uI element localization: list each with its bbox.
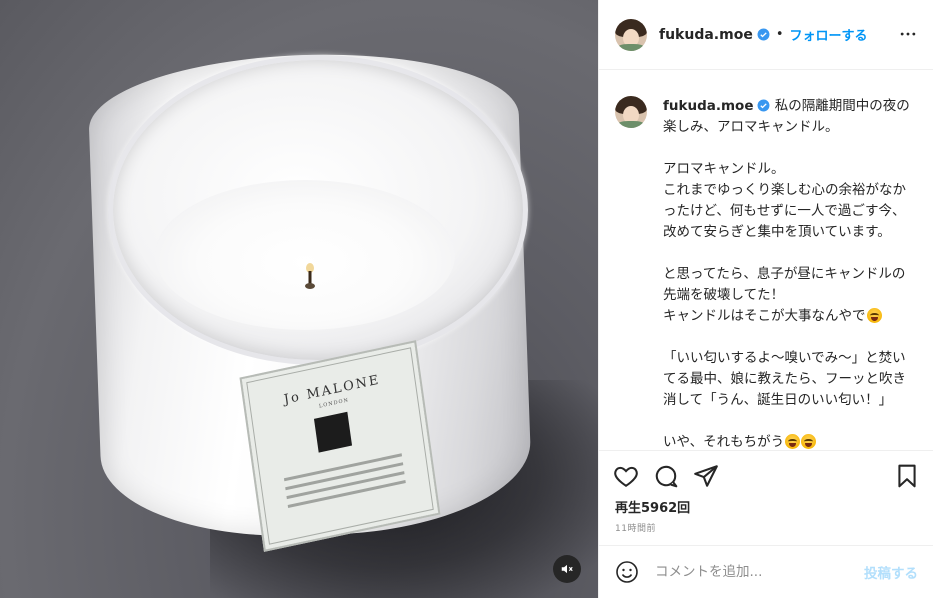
- candle-wax: [155, 180, 455, 330]
- post-comment-button[interactable]: 投稿する: [864, 562, 918, 582]
- crying-face-emoji-icon: [866, 308, 882, 323]
- post-side-panel: fukuda.moe • フォローする fukuda.moe 私の隔離期間中の夜…: [598, 0, 933, 598]
- header-username[interactable]: fukuda.moe: [659, 27, 753, 43]
- comment-icon[interactable]: [653, 463, 679, 489]
- share-icon[interactable]: [693, 463, 719, 489]
- comment-input[interactable]: [653, 563, 847, 581]
- view-count[interactable]: 再生5962回: [615, 497, 690, 516]
- verified-badge-icon: [757, 28, 770, 41]
- label-seal: [313, 411, 353, 453]
- avatar[interactable]: [615, 18, 647, 51]
- candle-label: Jo MALONE LONDON: [239, 340, 441, 552]
- caption-avatar[interactable]: [615, 96, 647, 128]
- comment-bar: 投稿する: [599, 545, 933, 598]
- crying-face-emoji-icon: [801, 434, 817, 449]
- caption-para4: いや、それもちがう: [663, 434, 785, 450]
- post-timestamp[interactable]: 11時間前: [615, 521, 656, 534]
- caption-para3: 「いい匂いするよ～嗅いでみ～」と焚いてる最中、娘に教えたら、フーッと吹き消して「…: [663, 350, 906, 408]
- candle-wick: [305, 263, 315, 289]
- post-header: fukuda.moe • フォローする: [599, 0, 933, 70]
- speaker-muted-icon: [561, 564, 573, 574]
- bookmark-icon[interactable]: [894, 463, 920, 489]
- emoji-smile-icon[interactable]: [615, 560, 639, 584]
- post-caption: fukuda.moe 私の隔離期間中の夜の楽しみ、アロマキャンドル。 アロマキャ…: [599, 70, 933, 450]
- caption-body: fukuda.moe 私の隔離期間中の夜の楽しみ、アロマキャンドル。 アロマキャ…: [663, 96, 918, 450]
- follow-button[interactable]: フォローする: [790, 25, 868, 44]
- verified-badge-icon: [758, 99, 770, 112]
- crying-face-emoji-icon: [785, 434, 801, 449]
- separator-dot: •: [775, 27, 784, 42]
- label-text-lines: [283, 447, 407, 514]
- mute-button[interactable]: [553, 555, 581, 583]
- more-options-icon[interactable]: [898, 24, 918, 44]
- post-viewer: Jo MALONE LONDON fukuda.moe • フォローする fuk…: [0, 0, 933, 598]
- post-media[interactable]: Jo MALONE LONDON: [0, 0, 598, 598]
- heart-icon[interactable]: [613, 463, 639, 489]
- caption-para1: アロマキャンドル。 これまでゆっくり楽しむ心の余裕がなかったけど、何もせずに一人…: [663, 161, 906, 240]
- caption-username[interactable]: fukuda.moe: [663, 98, 753, 114]
